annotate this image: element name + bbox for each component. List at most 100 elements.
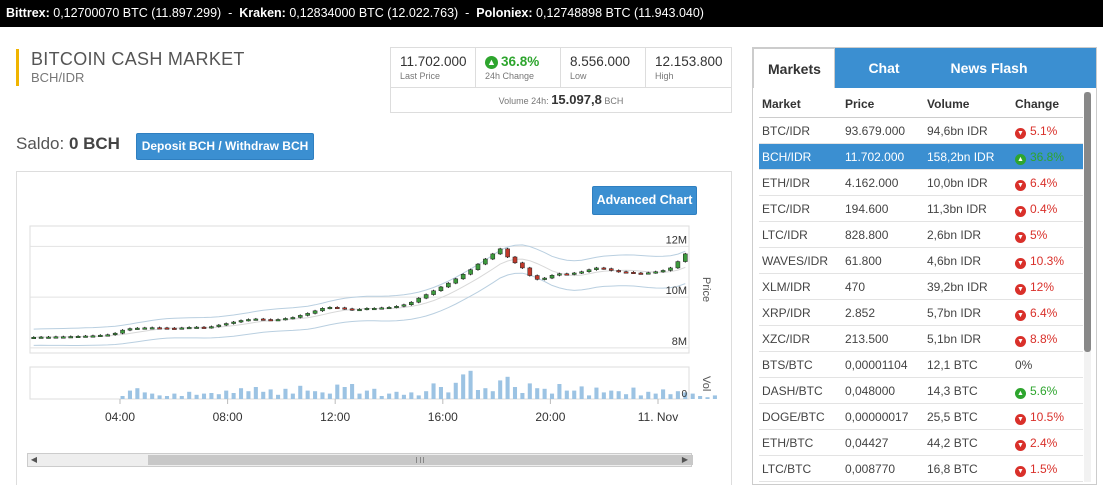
table-row[interactable]: DASH/BTC 0,048000 14,3 BTC ▲ 5.6% <box>759 378 1083 404</box>
volume-bar <box>424 391 429 399</box>
stat-high: 12.153.800 High <box>646 48 731 87</box>
scroll-thumb[interactable] <box>148 455 693 465</box>
volume-bar <box>520 393 525 399</box>
market-cell-text: ETC/IDR <box>762 202 810 216</box>
candle <box>549 275 555 279</box>
volume-cell-text: 94,6bn IDR <box>927 124 988 138</box>
table-row[interactable]: WAVES/IDR 61.800 4,6bn IDR ▼ 10.3% <box>759 248 1083 274</box>
col-change[interactable]: Change <box>1015 90 1083 117</box>
candle <box>586 269 592 272</box>
table-scroll-thumb[interactable] <box>1084 92 1091 352</box>
stat-last-price: 11.702.000 Last Price <box>391 48 476 87</box>
volume-bar <box>712 395 717 399</box>
change-text: 5.1% <box>1030 124 1058 138</box>
col-market[interactable]: Market <box>759 90 845 117</box>
change-text: 10.3% <box>1030 254 1065 268</box>
volume-bar <box>179 396 184 399</box>
candle <box>638 272 644 275</box>
scroll-left-icon[interactable]: ◀ <box>28 454 40 466</box>
market-cell: BTC/IDR <box>759 118 845 143</box>
volume-cell-text: 25,5 BTC <box>927 410 978 424</box>
change-cell: ▼ 10.3% <box>1015 248 1083 273</box>
market-cell: WAVES/IDR <box>759 248 845 273</box>
table-row[interactable]: ETH/BTC 0,04427 44,2 BTC ▼ 2.4% <box>759 430 1083 456</box>
volume-axis-label: Vol <box>700 376 712 391</box>
price-cell: 93.679.000 <box>845 118 927 143</box>
price-chart[interactable]: 12M 10M 8M Price Vol 0 04:00 08:00 12:00 16:00 20:… <box>16 171 732 485</box>
market-cell: DOGE/BTC <box>759 404 845 429</box>
price-cell-text: 0,00000017 <box>845 410 909 424</box>
price-cell: 194.600 <box>845 196 927 221</box>
volume-cell: 2,6bn IDR <box>927 222 1015 247</box>
table-row[interactable]: LTC/BTC 0,008770 16,8 BTC ▼ 1.5% <box>759 456 1083 482</box>
volume-cell-text: 14,3 BTC <box>927 384 978 398</box>
candle <box>409 301 414 305</box>
volume-24h: Volume 24h: 15.097,8 BCH <box>391 88 731 113</box>
advanced-chart-button[interactable]: Advanced Chart <box>592 186 697 215</box>
candle <box>75 335 81 338</box>
scroll-right-icon[interactable]: ▶ <box>679 454 691 466</box>
candle <box>505 248 510 258</box>
tab-news-flash[interactable]: News Flash <box>933 48 1045 88</box>
table-row[interactable]: ETC/IDR 194.600 11,3bn IDR ▼ 0.4% <box>759 196 1083 222</box>
low-value: 8.556.000 <box>570 54 631 69</box>
candle <box>216 324 222 327</box>
volume-bar <box>668 394 673 399</box>
candle <box>31 337 36 340</box>
col-price[interactable]: Price <box>845 90 927 117</box>
tab-markets[interactable]: Markets <box>753 48 835 88</box>
volume-cell-text: 39,2bn IDR <box>927 280 988 294</box>
candle <box>201 326 207 329</box>
col-volume[interactable]: Volume <box>927 90 1015 117</box>
volume-bar <box>387 393 392 399</box>
candle <box>668 267 673 271</box>
tab-chat-room[interactable]: Chat Room <box>835 48 933 116</box>
candle <box>53 336 59 339</box>
panel-tabs: Markets Chat Room News Flash <box>753 48 1096 116</box>
volume-bar <box>409 392 414 399</box>
table-row[interactable]: LTC/IDR 828.800 2,6bn IDR ▼ 5% <box>759 222 1083 248</box>
volume-bar <box>572 390 577 399</box>
candle <box>601 267 607 270</box>
price-cell: 0,008770 <box>845 456 927 481</box>
price-cell: 11.702.000 <box>845 144 927 169</box>
ticker-exchange-bittrex: Bittrex: <box>6 6 50 20</box>
deposit-withdraw-button[interactable]: Deposit BCH / Withdraw BCH <box>136 133 314 160</box>
arrow-up-icon: ▲ <box>1015 154 1026 165</box>
candle <box>164 327 170 330</box>
table-row[interactable]: XRP/IDR 2.852 5,7bn IDR ▼ 6.4% <box>759 300 1083 326</box>
table-row[interactable]: BTS/BTC 0,00001104 12,1 BTC 0% <box>759 352 1083 378</box>
candle <box>290 317 296 320</box>
candle <box>675 261 681 269</box>
volume-cell: 5,7bn IDR <box>927 300 1015 325</box>
price-cell-text: 0,04427 <box>845 436 889 450</box>
candle <box>246 319 251 322</box>
table-scrollbar[interactable] <box>1084 92 1091 482</box>
candle <box>342 307 347 310</box>
change-text: 36.8% <box>1030 150 1065 164</box>
market-cell: ETH/BTC <box>759 430 845 455</box>
volume-bar <box>661 389 666 399</box>
price-cell-text: 470 <box>845 280 866 294</box>
volume-bar <box>379 396 384 399</box>
table-row[interactable]: BCH/IDR 11.702.000 158,2bn IDR ▲ 36.8% <box>759 144 1083 170</box>
candle <box>305 313 310 316</box>
candle <box>379 307 384 310</box>
volume-bar <box>320 392 325 399</box>
change-cell: ▼ 5% <box>1015 222 1083 247</box>
change-cell: ▼ 1.5% <box>1015 456 1083 481</box>
candle <box>490 253 496 260</box>
candle <box>468 269 473 275</box>
candle <box>512 256 518 264</box>
candle <box>571 272 577 275</box>
chart-scrollbar[interactable]: ◀ ▶ <box>27 453 693 467</box>
market-cell-text: LTC/BTC <box>762 462 812 476</box>
table-row[interactable]: XLM/IDR 470 39,2bn IDR ▼ 12% <box>759 274 1083 300</box>
table-row[interactable]: ETH/IDR 4.162.000 10,0bn IDR ▼ 6.4% <box>759 170 1083 196</box>
volume-value: 15.097,8 <box>551 92 602 107</box>
price-cell-text: 11.702.000 <box>845 150 905 164</box>
table-row[interactable]: DOGE/BTC 0,00000017 25,5 BTC ▼ 10.5% <box>759 404 1083 430</box>
table-row[interactable]: XZC/IDR 213.500 5,1bn IDR ▼ 8.8% <box>759 326 1083 352</box>
candle <box>297 315 303 318</box>
table-row[interactable]: BTC/IDR 93.679.000 94,6bn IDR ▼ 5.1% <box>759 118 1083 144</box>
